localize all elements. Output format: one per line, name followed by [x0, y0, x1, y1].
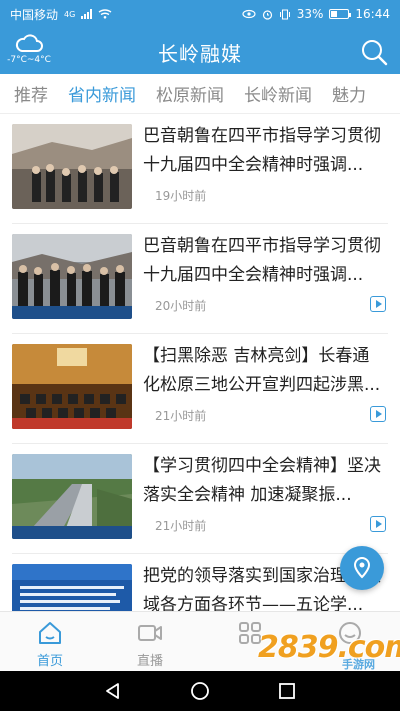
video-play-icon[interactable] [370, 296, 386, 312]
location-button[interactable] [340, 546, 384, 590]
watermark-text: 2839.com [258, 630, 400, 665]
clock: 16:44 [355, 7, 390, 21]
nav-live-label: 直播 [136, 654, 163, 669]
status-bar: 中国移动 4G 33% 16:44 [0, 0, 400, 28]
news-title: 【扫黑除恶 吉林亮剑】长春通化松原三地公开宣判四起涉黑... [143, 346, 381, 395]
system-nav-bar [0, 671, 400, 711]
news-thumbnail [12, 124, 132, 209]
news-thumbnail [12, 454, 132, 539]
news-item[interactable]: 巴音朝鲁在四平市指导学习贯彻十九届四中全会精神时强调... 20小时前 [0, 224, 400, 334]
news-item[interactable]: 【学习贯彻四中全会精神】坚决落实全会精神 加速凝聚振... 21小时前 [0, 444, 400, 554]
news-time: 19小时前 [155, 189, 207, 203]
tab-charm[interactable]: 魅力 [332, 81, 366, 106]
watermark-subtext: 手游网 [342, 658, 375, 671]
back-icon[interactable] [103, 681, 123, 701]
news-time: 20小时前 [155, 299, 207, 313]
news-time: 21小时前 [155, 409, 207, 423]
watermark-logo: 2839.com 手游网 [250, 630, 400, 671]
home-circle-icon[interactable] [190, 681, 210, 701]
nav-home[interactable]: 首页 [0, 612, 100, 672]
search-button[interactable] [360, 38, 388, 66]
battery-icon [329, 9, 352, 19]
news-time: 21小时前 [155, 519, 207, 533]
video-play-icon[interactable] [370, 406, 386, 422]
news-title: 巴音朝鲁在四平市指导学习贯彻十九届四中全会精神时强调... [143, 236, 381, 285]
network-type: 4G [64, 9, 76, 19]
wifi-icon [98, 9, 112, 19]
nav-live[interactable]: 直播 [100, 612, 200, 672]
app-title: 长岭融媒 [158, 42, 242, 66]
news-thumbnail [12, 234, 132, 319]
video-play-icon[interactable] [370, 516, 386, 532]
tab-songyuan-news[interactable]: 松原新闻 [156, 81, 224, 106]
tab-recommend[interactable]: 推荐 [14, 81, 48, 106]
battery-percent: 33% [296, 7, 324, 21]
video-camera-icon [138, 625, 162, 641]
location-pin-icon [353, 556, 371, 579]
app-header: -7°C~4°C 长岭融媒 [0, 28, 400, 74]
eye-icon [242, 9, 256, 19]
signal-icon [81, 9, 93, 19]
news-list: 巴音朝鲁在四平市指导学习贯彻十九届四中全会精神时强调... 19小时前 巴音朝鲁… [0, 114, 400, 611]
home-icon [39, 622, 61, 644]
news-item[interactable]: 巴音朝鲁在四平市指导学习贯彻十九届四中全会精神时强调... 19小时前 [0, 114, 400, 224]
search-icon [362, 40, 388, 66]
news-thumbnail [12, 344, 132, 429]
news-title: 【学习贯彻四中全会精神】坚决落实全会精神 加速凝聚振... [143, 456, 381, 505]
nav-home-label: 首页 [36, 654, 63, 669]
tab-province-news[interactable]: 省内新闻 [68, 81, 136, 106]
news-item[interactable]: 【扫黑除恶 吉林亮剑】长春通化松原三地公开宣判四起涉黑... 21小时前 [0, 334, 400, 444]
news-title: 巴音朝鲁在四平市指导学习贯彻十九届四中全会精神时强调... [143, 126, 381, 175]
alarm-icon [262, 9, 272, 20]
news-thumbnail [12, 564, 132, 611]
recents-icon[interactable] [277, 681, 297, 701]
vibrate-icon [279, 9, 290, 19]
tab-changling-news[interactable]: 长岭新闻 [244, 81, 312, 106]
category-tabs: 推荐 省内新闻 松原新闻 长岭新闻 魅力 [0, 74, 400, 114]
carrier-label: 中国移动 [10, 7, 59, 22]
